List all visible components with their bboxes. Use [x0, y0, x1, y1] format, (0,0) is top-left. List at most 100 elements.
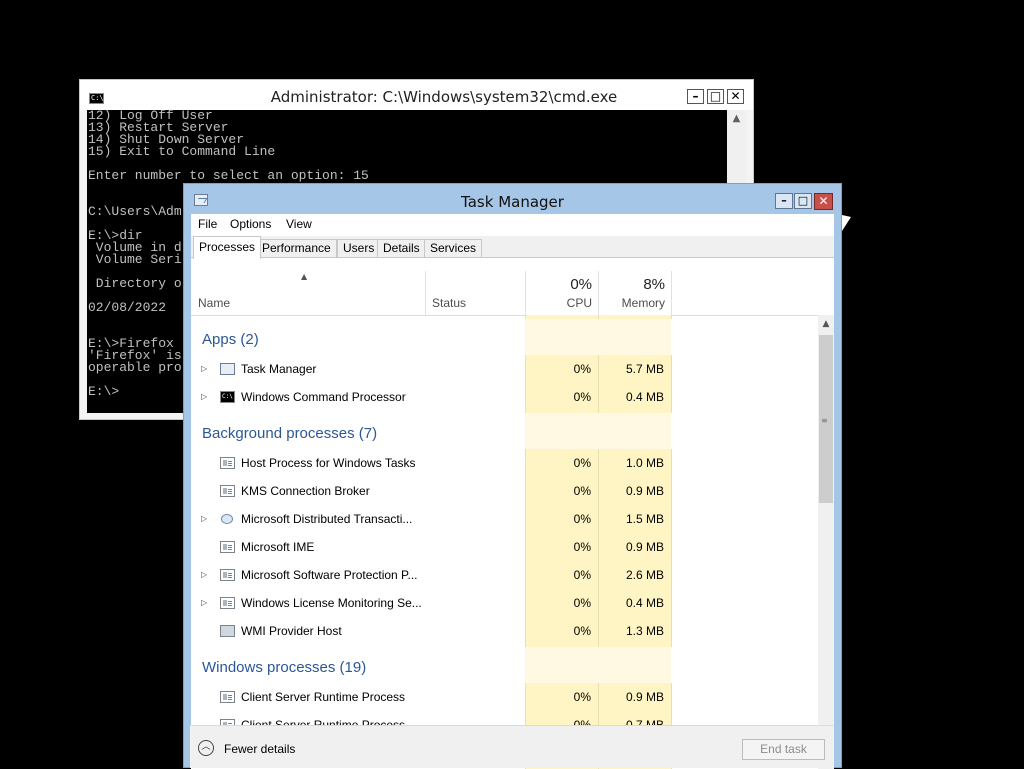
- process-cpu: 0%: [573, 362, 591, 376]
- mouse-cursor-icon: [842, 215, 851, 231]
- process-name: Microsoft IME: [241, 540, 315, 554]
- process-name: KMS Connection Broker: [241, 484, 370, 498]
- process-memory: 0.4 MB: [625, 596, 664, 610]
- task-manager-window[interactable]: Task Manager – □ ✕ File Options View Pro…: [183, 183, 842, 769]
- service-icon: [220, 485, 235, 497]
- tm-footer: ︿ Fewer details End task: [190, 725, 833, 768]
- process-name: Host Process for Windows Tasks: [241, 456, 416, 470]
- process-memory: 2.6 MB: [625, 568, 664, 582]
- expand-arrow-icon[interactable]: ▷: [201, 364, 207, 373]
- end-task-button[interactable]: End task: [742, 739, 825, 760]
- process-cpu: 0%: [573, 690, 591, 704]
- process-name: Microsoft Distributed Transacti...: [241, 512, 413, 526]
- column-memory-header[interactable]: Memory: [598, 296, 665, 310]
- process-list[interactable]: Apps (2) ▷ Task Manager 0% 5.7 MB ▷ C:\ Windows…: [191, 315, 818, 769]
- process-row[interactable]: Host Process for Windows Tasks 0% 1.0 MB: [191, 449, 818, 477]
- cmd-maximize-button[interactable]: □: [707, 89, 724, 104]
- process-row[interactable]: ▷ Task Manager 0% 5.7 MB: [191, 355, 818, 383]
- scroll-up-icon[interactable]: ▲: [818, 316, 834, 332]
- process-memory: 0.4 MB: [625, 390, 664, 404]
- process-cpu: 0%: [573, 512, 591, 526]
- column-header-row: ▲ Name Status 0% CPU 8% Memory: [191, 258, 834, 316]
- column-cpu-header[interactable]: CPU: [525, 296, 592, 310]
- cmd-titlebar[interactable]: C:\ Administrator: C:\Windows\system32\c…: [80, 80, 753, 110]
- process-name: Client Server Runtime Process: [241, 690, 406, 704]
- process-memory: 5.7 MB: [625, 362, 664, 376]
- process-row[interactable]: ▷ Windows License Monitoring Se... 0% 0.4 M…: [191, 589, 818, 617]
- cmd-minimize-button[interactable]: –: [687, 89, 704, 104]
- process-name: Windows Command Processor: [241, 390, 406, 404]
- process-row[interactable]: Microsoft IME 0% 0.9 MB: [191, 533, 818, 561]
- process-list-scrollbar[interactable]: ▲ ≡ ▼: [818, 315, 834, 769]
- sort-ascending-icon: ▲: [301, 272, 308, 281]
- cmd-window-title: Administrator: C:\Windows\system32\cmd.e…: [270, 88, 618, 106]
- process-cpu: 0%: [573, 484, 591, 498]
- tab-strip: Processes Performance Users Details Serv…: [191, 236, 834, 259]
- process-row[interactable]: ▷ Microsoft Distributed Transacti... 0% 1.5…: [191, 505, 818, 533]
- tab-processes[interactable]: Processes: [193, 236, 262, 259]
- tm-maximize-button[interactable]: □: [794, 193, 812, 209]
- process-cpu: 0%: [573, 390, 591, 404]
- group-label: Apps (2): [202, 331, 259, 348]
- process-memory: 1.0 MB: [625, 456, 664, 470]
- scroll-grip-icon: ≡: [821, 416, 828, 425]
- process-memory: 1.3 MB: [625, 624, 664, 638]
- group-label: Windows processes (19): [202, 659, 367, 676]
- menu-bar: File Options View: [191, 214, 834, 236]
- service-icon: [220, 597, 235, 609]
- process-row[interactable]: WMI Provider Host 0% 1.3 MB: [191, 617, 818, 645]
- cmd-close-button[interactable]: ✕: [727, 89, 744, 104]
- process-memory: 0.9 MB: [625, 484, 664, 498]
- memory-total-percent: 8%: [643, 276, 665, 293]
- wmi-icon: [220, 625, 235, 637]
- tab-services[interactable]: Services: [424, 239, 483, 258]
- menu-options[interactable]: Options: [230, 217, 271, 231]
- process-cpu: 0%: [573, 568, 591, 582]
- service-icon: [220, 457, 235, 469]
- tm-minimize-button[interactable]: –: [775, 193, 793, 209]
- tab-performance[interactable]: Performance: [256, 239, 337, 258]
- group-header[interactable]: Apps (2): [191, 319, 818, 355]
- process-name: Microsoft Software Protection P...: [241, 568, 418, 582]
- process-name: Task Manager: [241, 362, 317, 376]
- process-memory: 0.9 MB: [625, 690, 664, 704]
- distributed-transaction-icon: [220, 513, 235, 525]
- cmd-scroll-up-icon[interactable]: ▲: [727, 110, 746, 127]
- column-status-header[interactable]: Status: [432, 296, 466, 310]
- tab-details[interactable]: Details: [377, 239, 426, 258]
- cpu-total-percent: 0%: [570, 276, 592, 293]
- process-memory: 1.5 MB: [625, 512, 664, 526]
- service-icon: [220, 541, 235, 553]
- expand-arrow-icon[interactable]: ▷: [201, 392, 207, 401]
- expand-arrow-icon[interactable]: ▷: [201, 514, 207, 523]
- menu-view[interactable]: View: [286, 217, 312, 231]
- process-row[interactable]: ▷ Microsoft Software Protection P... 0% 2.6…: [191, 561, 818, 589]
- group-label: Background processes (7): [202, 425, 378, 442]
- fewer-details-link[interactable]: Fewer details: [224, 742, 295, 756]
- tab-users[interactable]: Users: [337, 239, 381, 258]
- process-row[interactable]: ▷ C:\ Windows Command Processor 0% 0.4 MB: [191, 383, 818, 411]
- tm-window-title: Task Manager: [461, 193, 564, 211]
- expand-arrow-icon[interactable]: ▷: [201, 598, 207, 607]
- process-cpu: 0%: [573, 540, 591, 554]
- chevron-up-circle-icon[interactable]: ︿: [198, 740, 214, 756]
- process-name: WMI Provider Host: [241, 624, 342, 638]
- tm-close-button[interactable]: ✕: [814, 193, 833, 210]
- service-icon: [220, 691, 235, 703]
- processes-panel: ▲ Name Status 0% CPU 8% Memory Apps (2) ▷…: [191, 258, 834, 769]
- column-name-header[interactable]: Name: [198, 296, 230, 310]
- process-row[interactable]: Client Server Runtime Process 0% 0.9 MB: [191, 683, 818, 711]
- process-row[interactable]: KMS Connection Broker 0% 0.9 MB: [191, 477, 818, 505]
- process-cpu: 0%: [573, 596, 591, 610]
- tm-titlebar[interactable]: Task Manager – □ ✕: [184, 184, 841, 214]
- menu-file[interactable]: File: [198, 217, 217, 231]
- process-name: Windows License Monitoring Se...: [241, 596, 422, 610]
- group-header[interactable]: Background processes (7): [191, 413, 818, 449]
- cmd-icon: C:\: [220, 391, 235, 403]
- service-icon: [220, 569, 235, 581]
- expand-arrow-icon[interactable]: ▷: [201, 570, 207, 579]
- process-cpu: 0%: [573, 456, 591, 470]
- process-memory: 0.9 MB: [625, 540, 664, 554]
- group-header[interactable]: Windows processes (19): [191, 647, 818, 683]
- process-cpu: 0%: [573, 624, 591, 638]
